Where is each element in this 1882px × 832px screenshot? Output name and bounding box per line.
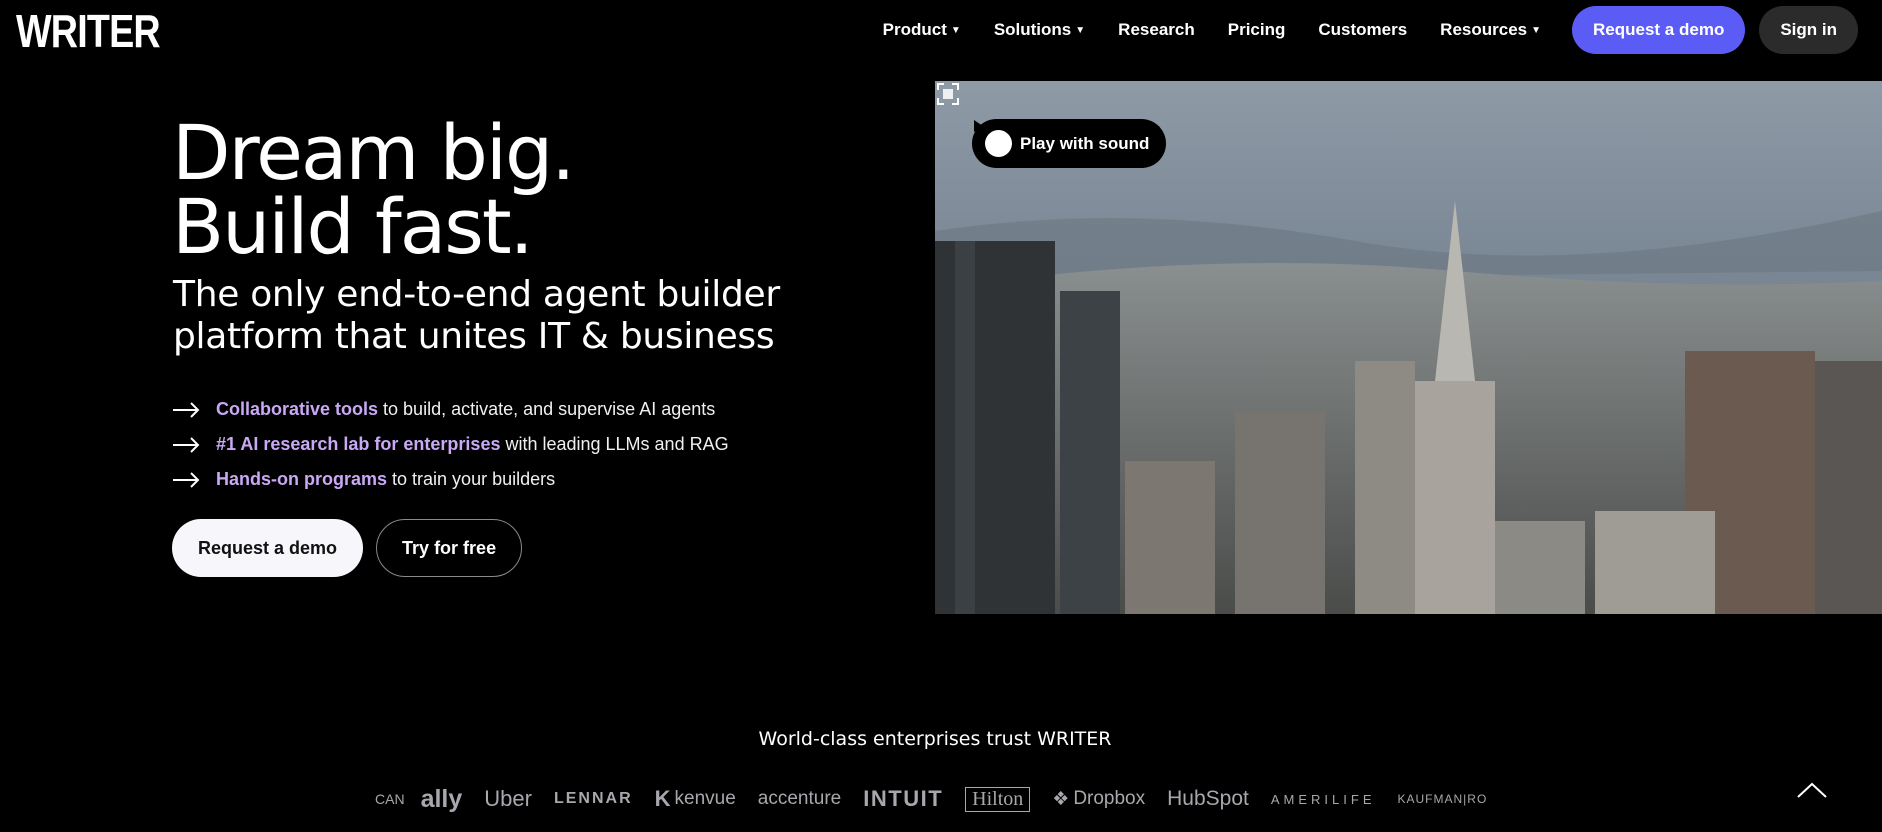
feature-highlight[interactable]: #1 AI research lab for enterprises — [216, 434, 500, 455]
sign-in-button[interactable]: Sign in — [1759, 6, 1858, 54]
logo-kaufman: KAUFMAN|RO — [1397, 792, 1488, 806]
arrow-right-icon — [173, 471, 200, 488]
logo-partial: CAN — [375, 791, 405, 807]
logo-kenvue-text: kenvue — [674, 788, 736, 809]
logo-amerilife: AMERILIFE — [1270, 791, 1376, 807]
play-icon — [974, 120, 1012, 157]
kenvue-mark-icon: K — [654, 786, 671, 811]
hero-title-line2: Build fast. — [172, 182, 534, 271]
hero-title: Dream big. Build fast. — [172, 108, 575, 271]
nav-solutions-label: Solutions — [993, 20, 1072, 39]
nav-resources[interactable]: Resources ▼ — [1440, 20, 1541, 40]
site-header: WRITER Product ▼ Solutions ▼ Research Pric… — [0, 0, 1882, 62]
logo-hilton: Hilton — [965, 786, 1031, 812]
request-demo-button[interactable]: Request a demo — [172, 519, 364, 577]
nav-product-label: Product — [882, 20, 947, 39]
nav-research[interactable]: Research — [1118, 20, 1195, 40]
nav-product[interactable]: Product ▼ — [883, 20, 961, 40]
feature-text: with leading LLMs and RAG — [505, 434, 729, 454]
hero-video[interactable]: Play with sound — [935, 81, 1882, 614]
main-nav: Product ▼ Solutions ▼ Research Pricing Cus… — [883, 6, 1858, 54]
trust-heading: World-class enterprises trust WRITER — [758, 728, 1112, 750]
feature-item: #1 AI research lab for enterprises with … — [172, 427, 729, 462]
writer-logo[interactable]: WRITER — [16, 8, 161, 54]
logo-ally: ally — [420, 784, 463, 813]
play-with-sound-button[interactable]: Play with sound — [972, 119, 1167, 168]
feature-item: Collaborative tools to build, activate, … — [172, 392, 729, 427]
logo-hubspot: HubSpot — [1167, 787, 1249, 810]
logo-lennar: LENNAR — [553, 790, 633, 807]
fullscreen-icon[interactable] — [935, 81, 961, 107]
nav-solutions[interactable]: Solutions ▼ — [994, 20, 1085, 40]
hero-subtitle: The only end-to-end agent builder platfo… — [173, 274, 780, 357]
arrow-right-icon — [173, 401, 200, 418]
hero-title-line1: Dream big. — [172, 108, 575, 197]
nav-research-label: Research — [1118, 20, 1195, 39]
feature-highlight[interactable]: Collaborative tools — [216, 399, 378, 420]
dropbox-icon: ❖ — [1052, 788, 1070, 810]
nav-pricing-label: Pricing — [1227, 20, 1286, 39]
chevron-down-icon: ▼ — [1075, 24, 1086, 36]
scroll-to-top-icon[interactable] — [1796, 780, 1828, 800]
logo-dropbox: ❖ Dropbox — [1052, 788, 1145, 811]
nav-pricing[interactable]: Pricing — [1228, 20, 1286, 40]
feature-list: Collaborative tools to build, activate, … — [172, 392, 729, 497]
feature-text: to train your builders — [392, 469, 556, 489]
feature-item: Hands-on programs to train your builders — [172, 462, 729, 497]
nav-customers[interactable]: Customers — [1318, 20, 1407, 40]
chevron-down-icon: ▼ — [950, 24, 961, 36]
hero-cta-row: Request a demo Try for free — [172, 519, 523, 577]
customer-logo-strip: CAN ally Uber LENNAR Kkenvue accenture I… — [375, 780, 1510, 818]
feature-highlight[interactable]: Hands-on programs — [216, 469, 387, 490]
chevron-down-icon: ▼ — [1531, 24, 1542, 36]
logo-kenvue: Kkenvue — [655, 786, 736, 812]
arrow-right-icon — [173, 436, 200, 453]
try-free-button[interactable]: Try for free — [376, 519, 523, 577]
logo-accenture: accenture — [757, 788, 842, 809]
feature-text: to build, activate, and supervise AI age… — [383, 399, 716, 419]
play-label: Play with sound — [1020, 133, 1150, 153]
request-demo-nav-button[interactable]: Request a demo — [1572, 6, 1746, 54]
nav-resources-label: Resources — [1440, 20, 1528, 39]
logo-uber: Uber — [484, 786, 532, 811]
logo-intuit: INTUIT — [863, 786, 944, 811]
logo-dropbox-text: Dropbox — [1073, 788, 1146, 809]
nav-customers-label: Customers — [1318, 20, 1408, 39]
